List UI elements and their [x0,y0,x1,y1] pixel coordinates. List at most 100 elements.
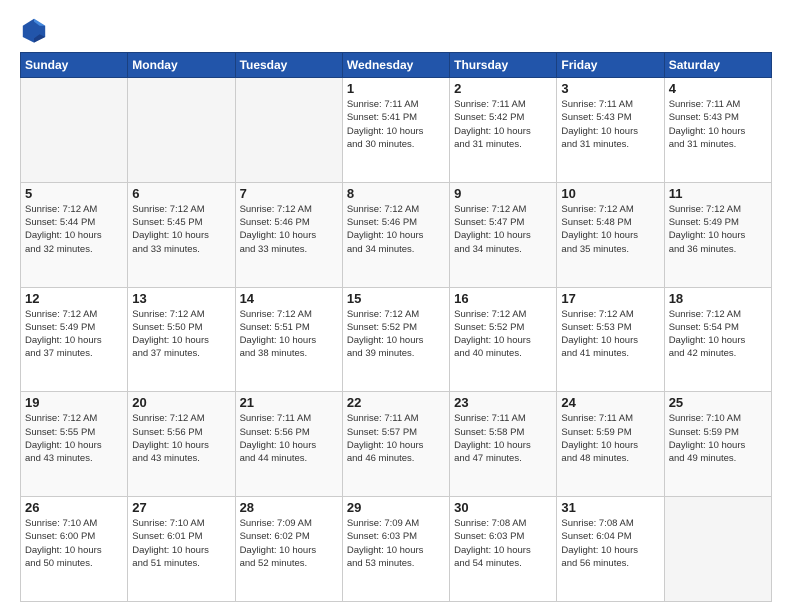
calendar-cell: 31Sunrise: 7:08 AM Sunset: 6:04 PM Dayli… [557,497,664,602]
day-number: 21 [240,395,338,410]
day-number: 15 [347,291,445,306]
calendar-cell [664,497,771,602]
calendar-cell: 16Sunrise: 7:12 AM Sunset: 5:52 PM Dayli… [450,287,557,392]
day-info: Sunrise: 7:11 AM Sunset: 5:57 PM Dayligh… [347,412,445,465]
calendar-cell: 14 Sunrise: 7:12 AM Sunset: 5:51 PM Dayli… [235,287,342,392]
week-row-2: 5 Sunrise: 7:12 AM Sunset: 5:44 PM Daylig… [21,182,772,287]
day-number: 13 [132,291,230,306]
calendar-cell: 2 Sunrise: 7:11 AM Sunset: 5:42 PM Daylig… [450,78,557,183]
logo [20,16,52,44]
day-number: 7 [240,186,338,201]
week-row-1: 1 Sunrise: 7:11 AM Sunset: 5:41 PM Daylig… [21,78,772,183]
day-info: Sunrise: 7:11 AM Sunset: 5:43 PM Dayligh… [669,98,767,151]
day-number: 25 [669,395,767,410]
week-row-5: 26 Sunrise: 7:10 AM Sunset: 6:00 PM Dayli… [21,497,772,602]
day-number: 28 [240,500,338,515]
day-info: Sunrise: 7:12 AM Sunset: 5:46 PM Dayligh… [240,203,338,256]
calendar-cell: 5 Sunrise: 7:12 AM Sunset: 5:44 PM Daylig… [21,182,128,287]
day-info: Sunrise: 7:09 AM Sunset: 6:02 PM Dayligh… [240,517,338,570]
day-info: Sunrise: 7:12 AM Sunset: 5:50 PM Dayligh… [132,308,230,361]
week-row-3: 12Sunrise: 7:12 AM Sunset: 5:49 PM Dayli… [21,287,772,392]
day-number: 18 [669,291,767,306]
day-number: 1 [347,81,445,96]
day-number: 10 [561,186,659,201]
day-number: 19 [25,395,123,410]
calendar-table: SundayMondayTuesdayWednesdayThursdayFrid… [20,52,772,602]
day-info: Sunrise: 7:12 AM Sunset: 5:46 PM Dayligh… [347,203,445,256]
day-info: Sunrise: 7:12 AM Sunset: 5:45 PM Dayligh… [132,203,230,256]
calendar-cell: 18 Sunrise: 7:12 AM Sunset: 5:54 PM Dayli… [664,287,771,392]
day-info: Sunrise: 7:12 AM Sunset: 5:44 PM Dayligh… [25,203,123,256]
day-number: 17 [561,291,659,306]
day-number: 3 [561,81,659,96]
calendar-cell: 1 Sunrise: 7:11 AM Sunset: 5:41 PM Daylig… [342,78,449,183]
weekday-header-sunday: Sunday [21,53,128,78]
day-info: Sunrise: 7:12 AM Sunset: 5:53 PM Dayligh… [561,308,659,361]
weekday-header-wednesday: Wednesday [342,53,449,78]
calendar-cell: 29 Sunrise: 7:09 AM Sunset: 6:03 PM Dayli… [342,497,449,602]
calendar-cell: 26 Sunrise: 7:10 AM Sunset: 6:00 PM Dayli… [21,497,128,602]
day-info: Sunrise: 7:08 AM Sunset: 6:03 PM Dayligh… [454,517,552,570]
day-info: Sunrise: 7:10 AM Sunset: 5:59 PM Dayligh… [669,412,767,465]
day-info: Sunrise: 7:12 AM Sunset: 5:52 PM Dayligh… [347,308,445,361]
calendar-cell: 25 Sunrise: 7:10 AM Sunset: 5:59 PM Dayli… [664,392,771,497]
day-number: 23 [454,395,552,410]
calendar-cell: 21 Sunrise: 7:11 AM Sunset: 5:56 PM Dayli… [235,392,342,497]
calendar-cell: 4 Sunrise: 7:11 AM Sunset: 5:43 PM Daylig… [664,78,771,183]
calendar-cell: 11 Sunrise: 7:12 AM Sunset: 5:49 PM Dayli… [664,182,771,287]
calendar-cell: 13 Sunrise: 7:12 AM Sunset: 5:50 PM Dayli… [128,287,235,392]
day-info: Sunrise: 7:12 AM Sunset: 5:49 PM Dayligh… [669,203,767,256]
day-info: Sunrise: 7:12 AM Sunset: 5:55 PM Dayligh… [25,412,123,465]
calendar-cell [128,78,235,183]
calendar-cell: 27Sunrise: 7:10 AM Sunset: 6:01 PM Dayli… [128,497,235,602]
calendar-cell: 9 Sunrise: 7:12 AM Sunset: 5:47 PM Daylig… [450,182,557,287]
day-info: Sunrise: 7:12 AM Sunset: 5:52 PM Dayligh… [454,308,552,361]
day-number: 8 [347,186,445,201]
day-number: 14 [240,291,338,306]
header [20,16,772,44]
day-info: Sunrise: 7:10 AM Sunset: 6:00 PM Dayligh… [25,517,123,570]
day-info: Sunrise: 7:11 AM Sunset: 5:56 PM Dayligh… [240,412,338,465]
calendar-cell: 8 Sunrise: 7:12 AM Sunset: 5:46 PM Daylig… [342,182,449,287]
day-number: 6 [132,186,230,201]
day-info: Sunrise: 7:11 AM Sunset: 5:59 PM Dayligh… [561,412,659,465]
day-info: Sunrise: 7:11 AM Sunset: 5:41 PM Dayligh… [347,98,445,151]
day-info: Sunrise: 7:12 AM Sunset: 5:47 PM Dayligh… [454,203,552,256]
weekday-header-thursday: Thursday [450,53,557,78]
calendar-cell: 7 Sunrise: 7:12 AM Sunset: 5:46 PM Daylig… [235,182,342,287]
day-info: Sunrise: 7:12 AM Sunset: 5:56 PM Dayligh… [132,412,230,465]
day-number: 22 [347,395,445,410]
day-number: 29 [347,500,445,515]
weekday-header-friday: Friday [557,53,664,78]
day-number: 2 [454,81,552,96]
day-number: 30 [454,500,552,515]
week-row-4: 19 Sunrise: 7:12 AM Sunset: 5:55 PM Dayli… [21,392,772,497]
day-number: 4 [669,81,767,96]
day-info: Sunrise: 7:12 AM Sunset: 5:48 PM Dayligh… [561,203,659,256]
weekday-header-row: SundayMondayTuesdayWednesdayThursdayFrid… [21,53,772,78]
day-info: Sunrise: 7:11 AM Sunset: 5:58 PM Dayligh… [454,412,552,465]
calendar-cell: 19 Sunrise: 7:12 AM Sunset: 5:55 PM Dayli… [21,392,128,497]
calendar-cell: 23 Sunrise: 7:11 AM Sunset: 5:58 PM Dayli… [450,392,557,497]
day-info: Sunrise: 7:12 AM Sunset: 5:51 PM Dayligh… [240,308,338,361]
day-info: Sunrise: 7:11 AM Sunset: 5:43 PM Dayligh… [561,98,659,151]
weekday-header-monday: Monday [128,53,235,78]
calendar-cell [21,78,128,183]
day-info: Sunrise: 7:09 AM Sunset: 6:03 PM Dayligh… [347,517,445,570]
day-info: Sunrise: 7:11 AM Sunset: 5:42 PM Dayligh… [454,98,552,151]
calendar-cell: 20 Sunrise: 7:12 AM Sunset: 5:56 PM Dayli… [128,392,235,497]
day-number: 11 [669,186,767,201]
day-number: 5 [25,186,123,201]
day-number: 24 [561,395,659,410]
day-number: 9 [454,186,552,201]
day-info: Sunrise: 7:12 AM Sunset: 5:54 PM Dayligh… [669,308,767,361]
calendar-cell: 10 Sunrise: 7:12 AM Sunset: 5:48 PM Dayli… [557,182,664,287]
calendar-page: SundayMondayTuesdayWednesdayThursdayFrid… [0,0,792,612]
calendar-cell: 22 Sunrise: 7:11 AM Sunset: 5:57 PM Dayli… [342,392,449,497]
day-number: 26 [25,500,123,515]
day-info: Sunrise: 7:10 AM Sunset: 6:01 PM Dayligh… [132,517,230,570]
calendar-cell: 30 Sunrise: 7:08 AM Sunset: 6:03 PM Dayli… [450,497,557,602]
day-number: 31 [561,500,659,515]
day-number: 20 [132,395,230,410]
calendar-cell: 15 Sunrise: 7:12 AM Sunset: 5:52 PM Dayli… [342,287,449,392]
